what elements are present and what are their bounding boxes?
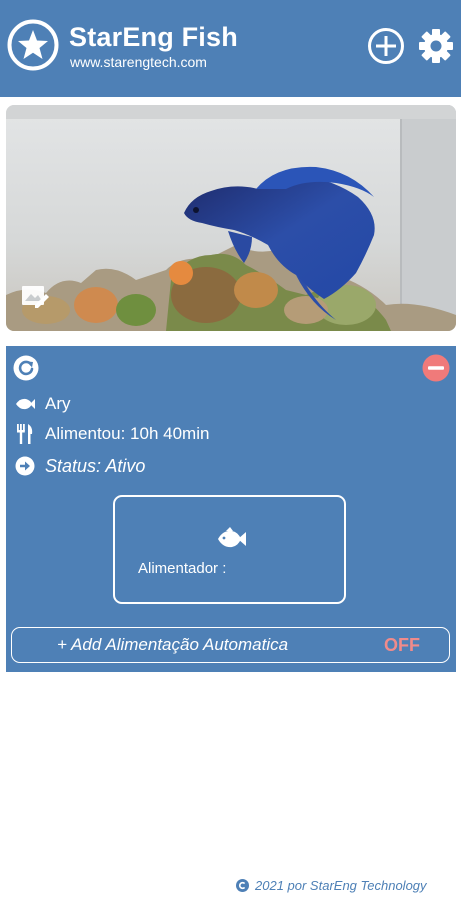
auto-feed-toggle[interactable]: + Add Alimentação Automatica OFF [11, 627, 450, 663]
fish-icon [218, 527, 246, 548]
status-text: Status: Ativo [45, 455, 146, 476]
fish-card: Ary Alimentou: 10h 40min Status: Ativo A… [6, 346, 456, 672]
status-row: Status: Ativo [14, 454, 145, 478]
app-header: StarEng Fish www.starengtech.com [0, 0, 461, 97]
last-fed-row: Alimentou: 10h 40min [14, 422, 209, 446]
cutlery-icon [14, 423, 36, 445]
fish-name: Ary [45, 394, 71, 413]
footer: 2021 por StarEng Technology [236, 876, 427, 894]
arrow-right-circle-icon [14, 455, 36, 477]
feeder-label: Alimentador : [138, 560, 227, 577]
star-logo-icon [7, 19, 59, 71]
remove-circle-icon[interactable] [422, 354, 450, 382]
refresh-icon[interactable] [13, 355, 39, 381]
auto-feed-label: + Add Alimentação Automatica [57, 635, 289, 654]
feeder-button[interactable]: Alimentador : [113, 495, 346, 604]
copyright-icon [236, 878, 249, 892]
fish-name-row: Ary [14, 392, 71, 416]
fish-photo [6, 105, 456, 331]
app-url: www.starengtech.com [70, 54, 207, 70]
gear-icon[interactable] [417, 27, 455, 65]
auto-feed-state: OFF [384, 634, 420, 655]
fish-icon [14, 393, 36, 415]
edit-image-icon[interactable] [19, 281, 49, 311]
betta-fish-image [6, 105, 456, 331]
add-circle-icon[interactable] [367, 27, 405, 65]
footer-text: 2021 por StarEng Technology [255, 877, 427, 893]
app-title: StarEng Fish [69, 22, 238, 52]
last-fed-text: Alimentou: 10h 40min [45, 424, 210, 443]
